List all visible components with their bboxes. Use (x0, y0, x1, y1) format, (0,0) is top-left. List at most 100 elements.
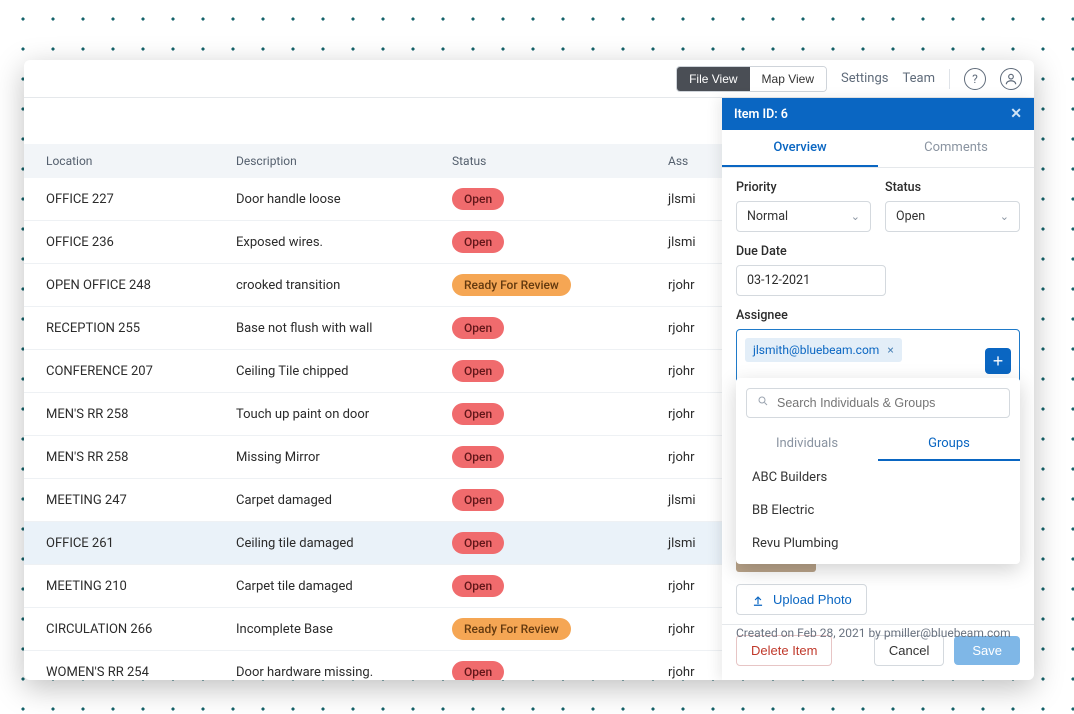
status-badge: Open (452, 231, 504, 253)
group-option[interactable]: ABC Builders (736, 461, 1020, 494)
status-badge: Open (452, 575, 504, 597)
status-badge: Open (452, 446, 504, 468)
cell-location: RECEPTION 255 (24, 321, 236, 336)
status-badge: Open (452, 317, 504, 339)
status-select[interactable]: Open ⌄ (885, 201, 1020, 232)
cell-description: Touch up paint on door (236, 407, 452, 422)
cell-description: Carpet tile damaged (236, 579, 452, 594)
file-view-button[interactable]: File View (677, 67, 749, 91)
tab-overview[interactable]: Overview (722, 130, 878, 167)
chevron-down-icon: ⌄ (1000, 210, 1009, 223)
cell-description: Base not flush with wall (236, 321, 452, 336)
cell-status: Open (452, 188, 668, 210)
settings-link[interactable]: Settings (841, 71, 888, 86)
panel-body: Priority Normal ⌄ Status Open ⌄ Due Date (722, 168, 1034, 624)
tab-comments[interactable]: Comments (878, 130, 1034, 167)
app-window: File View Map View Settings Team ? Expor… (24, 60, 1034, 680)
cell-status: Open (452, 317, 668, 339)
group-option[interactable]: BB Electric (736, 494, 1020, 527)
status-badge: Ready For Review (452, 618, 571, 640)
cell-status: Open (452, 575, 668, 597)
panel-tabs: Overview Comments (722, 130, 1034, 168)
cell-location: MEN'S RR 258 (24, 450, 236, 465)
priority-label: Priority (736, 180, 871, 195)
priority-value: Normal (747, 209, 788, 224)
cell-location: OFFICE 227 (24, 192, 236, 207)
cell-status: Open (452, 403, 668, 425)
assignee-input[interactable]: jlsmith@bluebeam.com × + (736, 329, 1020, 383)
cell-status: Open (452, 661, 668, 680)
created-meta: Created on Feb 28, 2021 by pmiller@blueb… (736, 626, 1011, 640)
status-badge: Open (452, 661, 504, 680)
assignee-popover: Individuals Groups ABC BuildersBB Electr… (736, 378, 1020, 564)
panel-title: Item ID: 6 (734, 107, 788, 122)
assignee-chip[interactable]: jlsmith@bluebeam.com × (745, 338, 902, 362)
upload-icon (751, 593, 765, 607)
chevron-down-icon: ⌄ (851, 210, 860, 223)
cell-location: OPEN OFFICE 248 (24, 278, 236, 293)
cell-location: OFFICE 261 (24, 536, 236, 551)
upload-photo-label: Upload Photo (773, 592, 852, 607)
item-detail-panel: Item ID: 6 ✕ Overview Comments Priority … (722, 98, 1034, 680)
cell-description: Incomplete Base (236, 622, 452, 637)
cell-description: Exposed wires. (236, 235, 452, 250)
cell-location: CIRCULATION 266 (24, 622, 236, 637)
col-header-status[interactable]: Status (452, 154, 668, 168)
search-icon (757, 395, 769, 411)
col-header-location[interactable]: Location (24, 154, 236, 168)
cell-location: OFFICE 236 (24, 235, 236, 250)
cell-status: Ready For Review (452, 274, 668, 296)
assignee-chip-label: jlsmith@bluebeam.com (753, 343, 879, 357)
cell-location: WOMEN'S RR 254 (24, 665, 236, 680)
upload-photo-button[interactable]: Upload Photo (736, 584, 867, 615)
cell-description: Door hardware missing. (236, 665, 452, 680)
divider (949, 69, 950, 89)
cell-status: Open (452, 489, 668, 511)
search-input[interactable] (777, 396, 999, 410)
cell-status: Open (452, 532, 668, 554)
profile-icon[interactable] (1000, 68, 1022, 90)
status-value: Open (896, 209, 925, 224)
priority-select[interactable]: Normal ⌄ (736, 201, 871, 232)
cell-description: Carpet damaged (236, 493, 452, 508)
add-assignee-button[interactable]: + (985, 348, 1011, 374)
cell-location: MEN'S RR 258 (24, 407, 236, 422)
view-toggle: File View Map View (676, 66, 827, 92)
tab-individuals[interactable]: Individuals (736, 428, 878, 461)
due-date-input[interactable]: 03-12-2021 (736, 265, 886, 296)
cell-status: Ready For Review (452, 618, 668, 640)
close-icon[interactable]: ✕ (1010, 106, 1022, 122)
map-view-button[interactable]: Map View (750, 67, 826, 91)
top-bar: File View Map View Settings Team ? (24, 60, 1034, 98)
team-link[interactable]: Team (903, 71, 936, 86)
status-badge: Open (452, 360, 504, 382)
cell-description: Missing Mirror (236, 450, 452, 465)
popover-tabs: Individuals Groups (736, 428, 1020, 461)
status-badge: Ready For Review (452, 274, 571, 296)
status-badge: Open (452, 489, 504, 511)
status-badge: Open (452, 403, 504, 425)
save-button[interactable]: Save (954, 636, 1020, 665)
remove-chip-icon[interactable]: × (887, 343, 893, 357)
search-field[interactable] (746, 388, 1010, 418)
cell-location: MEETING 210 (24, 579, 236, 594)
status-badge: Open (452, 188, 504, 210)
cell-description: Ceiling Tile chipped (236, 364, 452, 379)
help-icon[interactable]: ? (964, 68, 986, 90)
cell-description: Ceiling tile damaged (236, 536, 452, 551)
group-option[interactable]: Revu Plumbing (736, 527, 1020, 560)
status-label: Status (885, 180, 1020, 195)
due-date-label: Due Date (736, 244, 1020, 259)
cell-location: MEETING 247 (24, 493, 236, 508)
panel-header: Item ID: 6 ✕ (722, 98, 1034, 130)
cell-status: Open (452, 231, 668, 253)
cell-location: CONFERENCE 207 (24, 364, 236, 379)
tab-groups[interactable]: Groups (878, 428, 1020, 461)
status-badge: Open (452, 532, 504, 554)
assignee-label: Assignee (736, 308, 1020, 323)
cell-description: Door handle loose (236, 192, 452, 207)
cell-status: Open (452, 360, 668, 382)
col-header-description[interactable]: Description (236, 154, 452, 168)
cell-status: Open (452, 446, 668, 468)
cell-description: crooked transition (236, 278, 452, 293)
